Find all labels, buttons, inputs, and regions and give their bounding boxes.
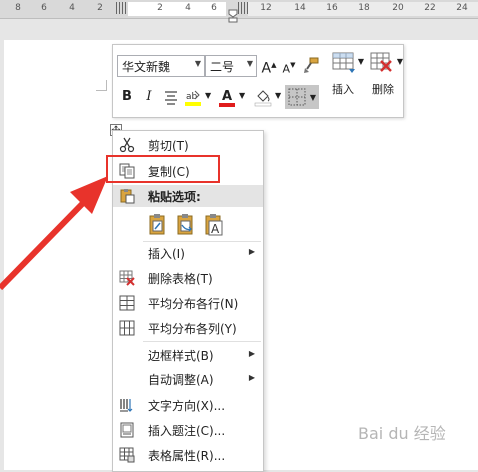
delete-label: 删除 <box>372 83 394 96</box>
insert-caption-icon <box>120 422 134 438</box>
bold-button[interactable]: B <box>117 87 137 107</box>
menu-item-label: 插入(I) <box>148 247 185 261</box>
menu-item-insert-caption[interactable]: 插入题注(C)... <box>113 418 263 442</box>
font-name-combo[interactable]: 华文新魏 ▼ <box>117 55 205 77</box>
menu-divider <box>143 341 261 342</box>
red-arrow-icon <box>0 176 108 290</box>
paste-text-only-icon[interactable]: A <box>204 213 224 237</box>
ruler-label: 24 <box>456 3 468 13</box>
menu-item-delete-table[interactable]: 删除表格(T) <box>113 266 263 290</box>
page-margin-corner <box>96 80 107 91</box>
menu-item-label: 平均分布各列(Y) <box>148 322 237 336</box>
insert-button[interactable]: ▼ 插入 <box>325 49 364 109</box>
distribute-columns-icon <box>119 320 135 336</box>
svg-text:ab: ab <box>186 92 198 102</box>
chevron-down-icon[interactable]: ▼ <box>358 57 364 66</box>
menu-item-label: 文字方向(X)... <box>148 399 226 413</box>
center-align-icon[interactable] <box>161 87 181 107</box>
ruler-label: 2 <box>157 3 163 13</box>
ruler-label: 22 <box>424 3 436 13</box>
table-properties-icon <box>119 447 135 463</box>
menu-item-insert[interactable]: 插入(I) ▶ <box>113 241 263 265</box>
menu-item-label: 剪切(T) <box>148 139 189 153</box>
ruler-label: 6 <box>41 3 47 13</box>
chevron-down-icon[interactable]: ▼ <box>275 91 281 100</box>
indent-marker-icon[interactable] <box>228 9 238 23</box>
italic-button[interactable]: I <box>139 87 159 107</box>
watermark: Bai du 经验 <box>358 424 446 443</box>
grow-font-button[interactable]: A▲ <box>259 55 279 77</box>
highlighter-icon[interactable]: ab <box>183 87 203 107</box>
mini-toolbar: 华文新魏 ▼ 二号 ▼ A▲ A▼ B I ab ▼ A ▼ ▼ ▼ ▼ 插入 … <box>112 44 404 118</box>
menu-item-label: 自动调整(A) <box>148 373 214 387</box>
chevron-down-icon[interactable]: ▼ <box>239 91 245 100</box>
ruler-label: 20 <box>392 3 404 13</box>
insert-table-icon <box>332 52 355 73</box>
font-size-combo[interactable]: 二号 ▼ <box>205 55 257 77</box>
chevron-down-icon[interactable]: ▼ <box>397 57 403 66</box>
ruler-label: 16 <box>326 3 338 13</box>
font-size-value: 二号 <box>210 60 235 74</box>
menu-item-border-styles[interactable]: 边框样式(B) ▶ <box>113 343 263 367</box>
ruler-label: 4 <box>185 3 191 13</box>
menu-item-autofit[interactable]: 自动调整(A) ▶ <box>113 367 263 391</box>
svg-text:A: A <box>211 222 220 236</box>
ruler-column-marker[interactable] <box>238 2 248 14</box>
grow-font-icon: A <box>261 60 272 77</box>
delete-button[interactable]: ▼ 删除 <box>365 49 403 109</box>
text-direction-icon <box>120 399 133 412</box>
borders-icon <box>288 88 306 106</box>
chevron-down-icon[interactable]: ▼ <box>310 93 316 102</box>
ruler-label: 2 <box>97 3 103 13</box>
menu-item-distribute-cols[interactable]: 平均分布各列(Y) <box>113 316 263 340</box>
menu-item-distribute-rows[interactable]: 平均分布各行(N) <box>113 291 263 315</box>
menu-item-label: 删除表格(T) <box>148 272 213 286</box>
chevron-down-icon[interactable]: ▼ <box>247 59 253 68</box>
distribute-rows-icon <box>119 295 135 311</box>
paste-merge-icon[interactable] <box>176 213 196 237</box>
menu-item-cut[interactable]: 剪切(T) <box>113 133 263 157</box>
menu-item-label: 插入题注(C)... <box>148 424 226 438</box>
borders-button[interactable]: ▼ <box>285 85 319 109</box>
ruler-label: 14 <box>294 3 306 13</box>
menu-item-label: 边框样式(B) <box>148 349 214 363</box>
ruler-column-marker[interactable] <box>116 2 126 14</box>
delete-table-icon <box>370 52 392 72</box>
menu-item-label: 平均分布各行(N) <box>148 297 239 311</box>
scissors-icon <box>119 137 135 153</box>
font-name-value: 华文新魏 <box>122 60 171 74</box>
ruler-label: 12 <box>260 3 272 13</box>
font-color-icon: A <box>221 89 233 104</box>
font-color-button[interactable]: A <box>217 87 237 107</box>
shrink-font-icon: A <box>282 62 291 76</box>
font-color-swatch <box>219 103 235 107</box>
chevron-down-icon[interactable]: ▼ <box>195 59 201 68</box>
paste-options-label: 粘贴选项: <box>148 190 201 204</box>
paste-options-header: 粘贴选项: <box>113 185 263 207</box>
submenu-arrow-icon: ▶ <box>248 349 255 358</box>
ruler-label: 6 <box>211 3 217 13</box>
submenu-arrow-icon: ▶ <box>248 373 255 382</box>
menu-item-label: 表格属性(R)... <box>148 449 226 463</box>
paste-keep-formatting-icon[interactable] <box>148 213 168 237</box>
chevron-down-icon[interactable]: ▼ <box>205 91 211 100</box>
shrink-font-button[interactable]: A▼ <box>279 55 299 75</box>
menu-item-text-direction[interactable]: 文字方向(X)... <box>113 393 263 417</box>
ruler-label: 4 <box>69 3 75 13</box>
submenu-arrow-icon: ▶ <box>248 247 255 256</box>
menu-item-table-properties[interactable]: 表格属性(R)... <box>113 443 263 467</box>
ruler-label: 8 <box>15 3 21 13</box>
ruler-label: 18 <box>358 3 370 13</box>
shading-bucket-icon[interactable] <box>253 87 273 107</box>
horizontal-ruler[interactable]: 8 6 4 2 2 4 6 12 14 16 18 20 22 24 <box>0 0 478 23</box>
insert-label: 插入 <box>332 83 354 96</box>
format-painter-icon[interactable] <box>301 55 321 75</box>
